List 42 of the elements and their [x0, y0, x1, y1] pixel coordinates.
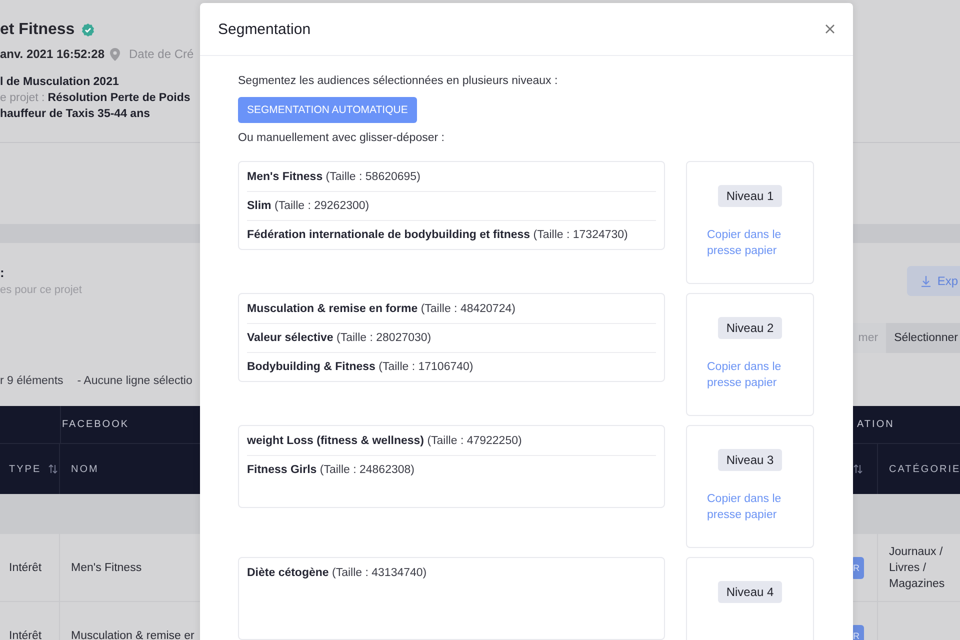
audience-item[interactable]: Fédération internationale de bodybuilding et fitness (Taille : 17324730)	[247, 221, 656, 249]
column-header[interactable]: CATÉGORIE	[878, 444, 960, 494]
table-cell-text: Journaux / Livres / Magazines	[888, 544, 946, 592]
table-cell: Intérêt	[0, 534, 60, 601]
creation-date-label: Date de Cré	[129, 47, 194, 61]
detail-value: l de Musculation 2021	[0, 76, 119, 88]
table-cell-text: Men's Fitness	[70, 560, 143, 576]
level-badge: Niveau 1	[718, 185, 782, 207]
section-title: :	[0, 265, 6, 280]
detail-label: e projet :	[0, 92, 45, 104]
tab[interactable]: Sélectionner	[886, 323, 960, 353]
instruction-text: Ou manuellement avec glisser-déposer :	[238, 132, 444, 144]
audience-item[interactable]: Musculation & remise en forme (Taille : 48420724)	[247, 295, 656, 324]
location-pin-icon	[110, 48, 120, 60]
level-badge: Niveau 2	[718, 317, 782, 339]
column-header[interactable]: NOM	[60, 444, 199, 494]
table-cell: Intérêt	[0, 602, 60, 640]
modal-title: Segmentation	[218, 20, 311, 38]
audience-item[interactable]: Fitness Girls (Taille : 24862308)	[247, 456, 656, 484]
table-cell-text: Musculation & remise er	[70, 628, 196, 640]
section-subtitle: es pour ce projet	[0, 284, 82, 296]
level-badge: Niveau 4	[718, 581, 782, 603]
column-group-header: FACEBOOK	[61, 418, 130, 432]
detail-value: Résolution Perte de Poids	[48, 92, 190, 104]
audience-item[interactable]: Bodybuilding & Fitness (Taille : 17106740)	[247, 353, 656, 381]
date-text: anv. 2021 16:52:28	[0, 47, 106, 61]
audience-item[interactable]: Slim (Taille : 29262300)	[247, 192, 656, 221]
audience-item[interactable]: weight Loss (fitness & wellness) (Taille : 47922250)	[247, 427, 656, 456]
project-title: et Fitness	[0, 21, 75, 39]
close-icon[interactable]	[825, 24, 835, 34]
level-badge: Niveau 3	[718, 449, 782, 471]
column-group-header: ATION	[857, 418, 896, 432]
audience-item[interactable]: Diète cétogène (Taille : 43134740)	[247, 559, 656, 587]
sort-icon	[853, 464, 863, 474]
sort-icon	[48, 464, 58, 474]
intro-text: Segmentez les audiences sélectionnées en plusieurs niveaux :	[238, 75, 558, 87]
download-icon	[921, 276, 932, 286]
audience-item[interactable]: Men's Fitness (Taille : 58620695)	[247, 163, 656, 192]
selection-status: - Aucune ligne sélectio	[77, 374, 192, 386]
audience-item[interactable]: Valeur sélective (Taille : 28027030)	[247, 324, 656, 353]
item-count: r 9 éléments	[0, 374, 64, 386]
detail-value: hauffeur de Taxis 35-44 ans	[0, 108, 150, 120]
